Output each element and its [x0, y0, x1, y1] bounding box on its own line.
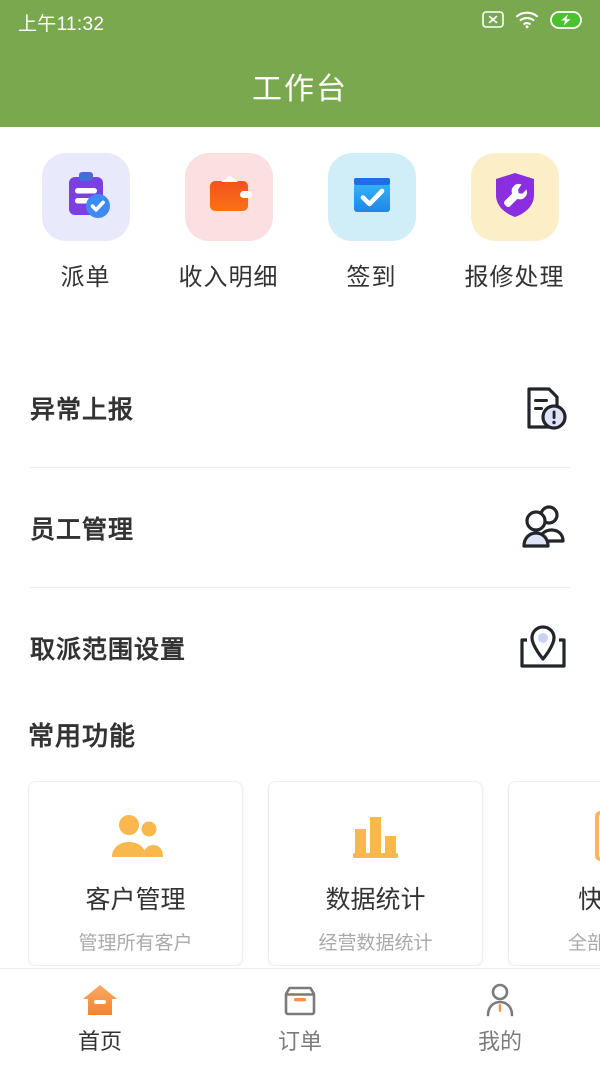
status-bar: 上午11:32 — [0, 0, 600, 44]
clipboard-check-tile — [41, 153, 130, 241]
people-icon — [107, 808, 165, 864]
function-card-data-statistics[interactable]: 数据统计 经营数据统计 — [268, 781, 483, 966]
no-sim-icon — [482, 11, 504, 33]
users-icon — [516, 501, 570, 555]
status-time: 上午11:32 — [18, 13, 105, 35]
function-card-customer-management[interactable]: 客户管理 管理所有客户 — [28, 781, 243, 966]
status-icons — [482, 10, 582, 34]
quick-action-label: 报修处理 — [464, 264, 565, 291]
quick-action-repair[interactable]: 报修处理 — [443, 153, 586, 292]
menu-row-exception-report[interactable]: 异常上报 — [30, 348, 570, 468]
quick-action-income[interactable]: 收入明细 — [157, 153, 300, 292]
document-alert-icon — [516, 381, 570, 435]
bottom-navigation-bar: 首页 订单 我的 — [0, 968, 600, 1067]
function-card-express-locker[interactable]: 快递柜 全部快递柜 — [508, 781, 600, 966]
calendar-check-tile — [327, 153, 416, 241]
nav-item-label: 首页 — [77, 1028, 122, 1054]
orders-icon — [283, 981, 317, 1017]
function-card-title: 数据统计 — [325, 886, 426, 914]
map-pin-area-icon — [516, 621, 570, 675]
quick-action-paidan[interactable]: 派单 — [14, 153, 157, 292]
common-functions-title: 常用功能 — [28, 721, 137, 751]
quick-action-label: 签到 — [346, 264, 397, 291]
quick-action-label: 派单 — [60, 264, 111, 291]
menu-row-employee-management[interactable]: 员工管理 — [30, 468, 570, 588]
wifi-icon — [515, 11, 539, 34]
nav-item-label: 我的 — [477, 1028, 522, 1054]
menu-row-pickup-range-settings[interactable]: 取派范围设置 — [30, 588, 570, 708]
home-icon — [81, 981, 119, 1017]
locker-icon — [594, 808, 600, 864]
function-card-title: 客户管理 — [85, 886, 186, 914]
nav-item-home[interactable]: 首页 — [0, 981, 200, 1056]
function-card-subtitle: 全部快递柜 — [567, 933, 600, 954]
quick-action-label: 收入明细 — [178, 264, 279, 291]
menu-row-label: 员工管理 — [30, 515, 135, 544]
app-header: 工作台 — [0, 44, 600, 127]
common-functions-card-strip[interactable]: 客户管理 管理所有客户 数据统计 经营数据统计 快 全部 — [28, 781, 600, 966]
wallet-icon — [201, 167, 257, 228]
quick-action-grid: 派单 收入明细 签到 报修处理 — [0, 127, 600, 292]
wallet-tile — [184, 153, 273, 241]
shield-wrench-tile — [470, 153, 559, 241]
menu-row-list: 异常上报 员工管理 取派范围设置 — [0, 348, 600, 708]
menu-row-label: 异常上报 — [30, 395, 135, 424]
function-card-subtitle: 经营数据统计 — [318, 933, 433, 954]
nav-item-orders[interactable]: 订单 — [200, 981, 400, 1056]
shield-wrench-icon — [487, 167, 543, 228]
calendar-check-icon — [344, 167, 400, 228]
clipboard-check-icon — [58, 167, 114, 228]
battery-charging-icon — [550, 10, 582, 34]
bar-chart-icon — [351, 808, 401, 864]
menu-row-label: 取派范围设置 — [30, 636, 187, 664]
quick-action-checkin[interactable]: 签到 — [300, 153, 443, 292]
nav-item-profile[interactable]: 我的 — [400, 981, 600, 1056]
profile-icon — [484, 981, 516, 1017]
page-title: 工作台 — [252, 72, 348, 106]
common-functions-section: 常用功能 客户管理 管理所有客户 数据统计 经营数据统计 快 全部 — [0, 716, 600, 966]
function-card-title: 快递柜 — [577, 886, 600, 914]
function-card-subtitle: 管理所有客户 — [78, 933, 193, 954]
nav-item-label: 订单 — [277, 1028, 322, 1054]
